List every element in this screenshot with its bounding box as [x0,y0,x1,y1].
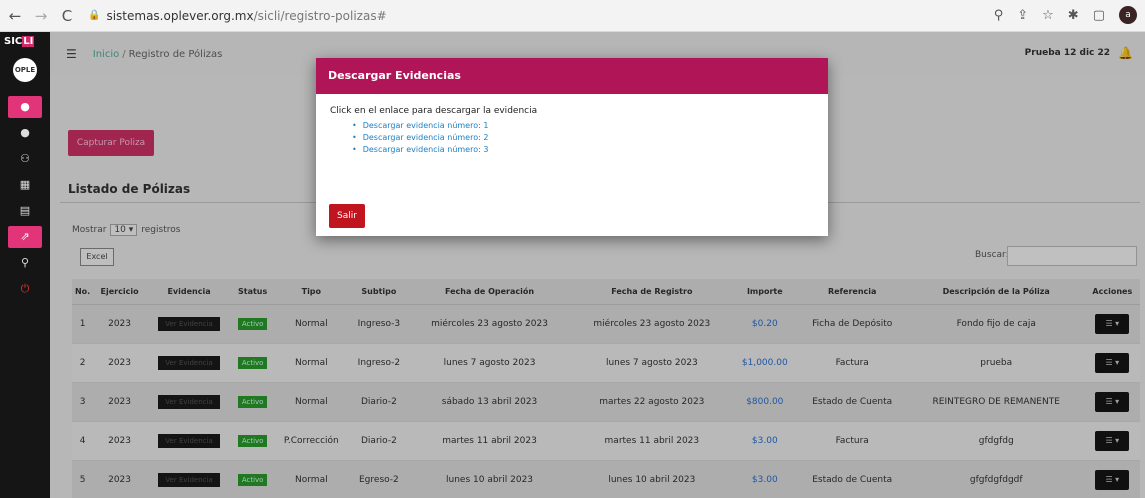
power-icon[interactable]: ⏻ [0,278,50,300]
search-icon[interactable]: ⚲ [0,252,50,274]
modal-title: Descargar Evidencias [316,58,828,94]
browser-actions: ⚲ ⇪ ☆ ✱ ▢ a [994,6,1137,24]
browser-toolbar: ← → C 🔒 sistemas.oplever.org.mx/sicli/re… [0,0,1145,32]
dashboard-icon[interactable]: ● [8,96,42,118]
sidepanel-icon[interactable]: ▢ [1093,8,1105,23]
reload-icon[interactable]: C [56,7,78,25]
org-logo: OPLE [13,58,37,82]
calendar-icon[interactable]: ▦ [0,174,50,196]
modal-body: Click en el enlace para descargar la evi… [316,94,828,168]
url-host: sistemas.oplever.org.mx [106,8,254,23]
file-icon[interactable]: ▤ [0,200,50,222]
share-icon[interactable]: ⇪ [1017,8,1028,23]
users-icon[interactable]: ⚇ [0,148,50,170]
app-brand: SICLI [4,36,35,47]
app-sidebar: SICLI OPLE ● ● ⚇ ▦ ▤ ⇗ ⚲ ⏻ [0,32,50,498]
evidence-link-item: Descargar evidencia número: 1 [352,120,814,132]
evidence-link-2[interactable]: Descargar evidencia número: 2 [363,133,489,142]
forward-arrow-icon[interactable]: → [30,7,52,25]
download-evidence-modal: Descargar Evidencias Click en el enlace … [316,58,828,236]
chart-icon[interactable]: ⇗ [8,226,42,248]
exit-button[interactable]: Salir [329,204,365,228]
circle-icon[interactable]: ● [0,122,50,144]
evidence-link-list: Descargar evidencia número: 1 Descargar … [352,120,814,156]
zoom-icon[interactable]: ⚲ [994,8,1004,23]
lock-icon: 🔒 [88,10,101,21]
extensions-icon[interactable]: ✱ [1068,8,1079,23]
address-bar[interactable]: 🔒 sistemas.oplever.org.mx/sicli/registro… [88,9,387,23]
modal-instruction: Click en el enlace para descargar la evi… [330,106,538,116]
profile-avatar[interactable]: a [1119,6,1137,24]
star-icon[interactable]: ☆ [1042,8,1054,23]
evidence-link-item: Descargar evidencia número: 2 [352,132,814,144]
back-arrow-icon[interactable]: ← [4,7,26,25]
evidence-link-3[interactable]: Descargar evidencia número: 3 [363,145,489,154]
evidence-link-item: Descargar evidencia número: 3 [352,144,814,156]
evidence-link-1[interactable]: Descargar evidencia número: 1 [363,121,489,130]
url-path: /sicli/registro-polizas# [253,8,387,23]
